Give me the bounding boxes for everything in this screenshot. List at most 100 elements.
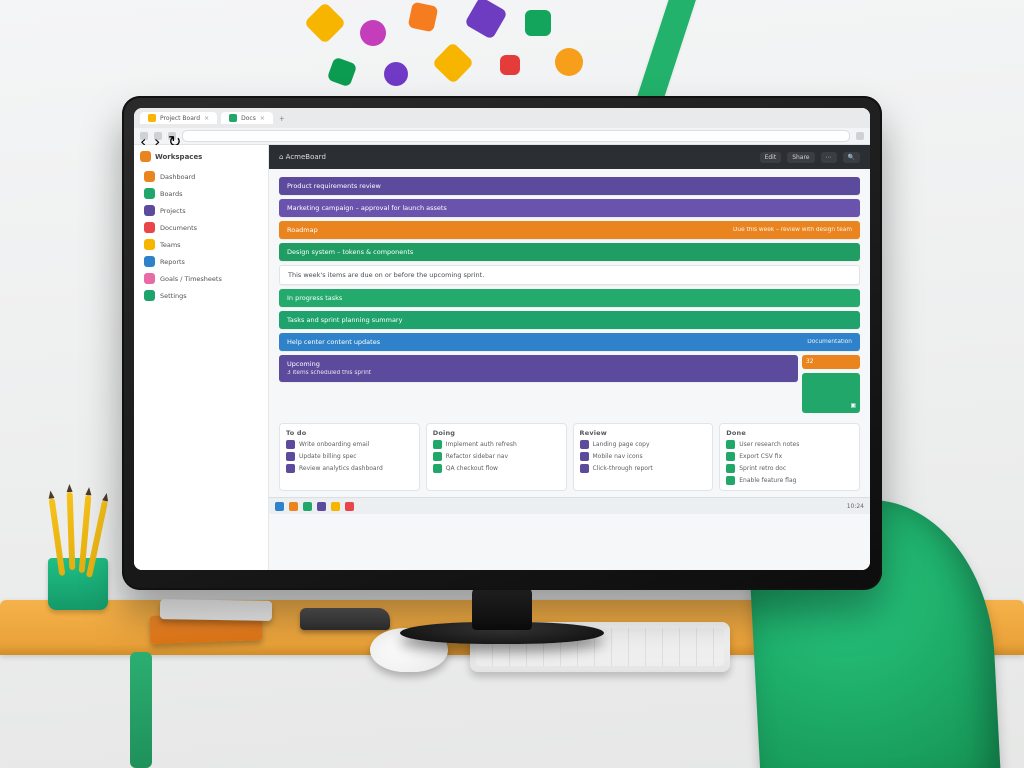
stat-card-secondary[interactable]: ▣ (802, 373, 860, 413)
item-bullet-icon (726, 452, 735, 461)
split-left-sub: 3 items scheduled this sprint (287, 370, 371, 376)
workspace-scene: Project Board × Docs × ＋ ‹ › ↻ Workspaces (0, 0, 1024, 768)
monitor-bezel: Project Board × Docs × ＋ ‹ › ↻ Workspaces (122, 96, 882, 590)
tab-close-icon[interactable]: × (204, 115, 209, 122)
taskbar-app-icon[interactable] (331, 502, 340, 511)
reload-button[interactable]: ↻ (168, 132, 176, 140)
item-bullet-icon (286, 452, 295, 461)
stat-badge: 32 (806, 359, 813, 365)
tab-title: Docs (241, 115, 256, 122)
sidebar-item[interactable]: Teams (140, 236, 262, 253)
menu-icon[interactable] (856, 132, 864, 140)
sidebar-item-label: Boards (160, 190, 183, 198)
item-bullet-icon (286, 464, 295, 473)
card-item[interactable]: Write onboarding email (286, 440, 413, 449)
row-title: Product requirements review (287, 182, 381, 190)
item-bullet-icon (580, 464, 589, 473)
card-item[interactable]: Enable feature flag (726, 476, 853, 485)
stat-card[interactable]: 32 (802, 355, 860, 369)
board-row[interactable]: Product requirements review (279, 177, 860, 195)
card-item[interactable]: Sprint retro doc (726, 464, 853, 473)
item-label: Write onboarding email (299, 441, 369, 448)
sidebar-item-icon (144, 239, 155, 250)
browser-tab[interactable]: Docs × (221, 112, 273, 124)
tab-close-icon[interactable]: × (260, 115, 265, 122)
row-title: Design system – tokens & components (287, 248, 413, 256)
board-panel: Product requirements review Marketing cam… (269, 169, 870, 419)
wall-shape (327, 57, 358, 88)
card-title: Review (580, 429, 707, 437)
app-body: Workspaces Dashboard Boards ProjectsDocume… (134, 145, 870, 570)
desk-leg (130, 652, 152, 768)
workspace-icon (140, 151, 151, 162)
taskbar-app-icon[interactable] (317, 502, 326, 511)
item-label: Refactor sidebar nav (446, 453, 508, 460)
item-label: User research notes (739, 441, 799, 448)
back-button[interactable]: ‹ (140, 132, 148, 140)
card-item[interactable]: Landing page copy (580, 440, 707, 449)
item-bullet-icon (726, 476, 735, 485)
row-title: Help center content updates (287, 338, 380, 346)
sidebar-item-icon (144, 256, 155, 267)
sidebar-item[interactable]: Dashboard (140, 168, 262, 185)
header-button-share[interactable]: Share (787, 152, 814, 163)
sidebar-item-icon (144, 171, 155, 182)
card-row: To do Write onboarding email Update billin… (269, 419, 870, 497)
taskbar-app-icon[interactable] (303, 502, 312, 511)
taskbar-app-icon[interactable] (345, 502, 354, 511)
wall-shape (464, 0, 508, 40)
sidebar-item-label: Reports (160, 258, 185, 266)
wall-shape (408, 2, 439, 33)
notebook (160, 599, 272, 621)
taskbar-app-icon[interactable] (275, 502, 284, 511)
forward-button[interactable]: › (154, 132, 162, 140)
card-item[interactable]: QA checkout flow (433, 464, 560, 473)
board-row[interactable]: Design system – tokens & components (279, 243, 860, 261)
split-left[interactable]: Upcoming 3 items scheduled this sprint (279, 355, 798, 382)
item-bullet-icon (726, 464, 735, 473)
board-row[interactable]: RoadmapDue this week – review with desig… (279, 221, 860, 239)
card-item[interactable]: Export CSV fix (726, 452, 853, 461)
address-bar[interactable] (182, 130, 850, 142)
sidebar-item[interactable]: Reports (140, 253, 262, 270)
item-bullet-icon (726, 440, 735, 449)
card-item[interactable]: Refactor sidebar nav (433, 452, 560, 461)
tab-title: Project Board (160, 115, 200, 122)
sidebar-item[interactable]: Projects (140, 202, 262, 219)
board-row[interactable]: Help center content updatesDocumentation (279, 333, 860, 351)
board-row[interactable]: Tasks and sprint planning summary (279, 311, 860, 329)
new-tab-button[interactable]: ＋ (279, 114, 285, 123)
taskbar-app-icon[interactable] (289, 502, 298, 511)
wall-shape (304, 2, 346, 44)
card-item[interactable]: Click-through report (580, 464, 707, 473)
card-item[interactable]: Update billing spec (286, 452, 413, 461)
sidebar-item[interactable]: Goals / Timesheets (140, 270, 262, 287)
sidebar-item-label: Teams (160, 241, 181, 249)
monitor-stand-neck (472, 586, 532, 630)
board-row[interactable]: This week's items are due on or before t… (279, 265, 860, 285)
row-title: Tasks and sprint planning summary (287, 316, 402, 324)
browser-tab[interactable]: Project Board × (140, 112, 217, 124)
header-button-more[interactable]: ⋯ (821, 152, 837, 163)
sidebar-item[interactable]: Boards (140, 185, 262, 202)
card-title: To do (286, 429, 413, 437)
item-bullet-icon (433, 452, 442, 461)
card-item[interactable]: Review analytics dashboard (286, 464, 413, 473)
sidebar-item-label: Settings (160, 292, 187, 300)
header-button-edit[interactable]: Edit (760, 152, 782, 163)
board-row[interactable]: In progress tasks (279, 289, 860, 307)
item-label: Enable feature flag (739, 477, 796, 484)
main-header: ⌂ AcmeBoard Edit Share ⋯ 🔍 (269, 145, 870, 169)
sidebar-item[interactable]: Documents (140, 219, 262, 236)
sidebar-heading: Workspaces (140, 151, 262, 162)
card-item[interactable]: Implement auth refresh (433, 440, 560, 449)
card-item[interactable]: Mobile nav icons (580, 452, 707, 461)
sidebar-item[interactable]: Settings (140, 287, 262, 304)
board-row[interactable]: Marketing campaign – approval for launch… (279, 199, 860, 217)
sidebar: Workspaces Dashboard Boards ProjectsDocume… (134, 145, 269, 570)
card-item[interactable]: User research notes (726, 440, 853, 449)
browser-toolbar: ‹ › ↻ (134, 128, 870, 145)
taskbar-clock: 10:24 (847, 503, 864, 510)
search-input[interactable]: 🔍 (843, 152, 860, 163)
kanban-card: DoingImplement auth refreshRefactor side… (426, 423, 567, 491)
